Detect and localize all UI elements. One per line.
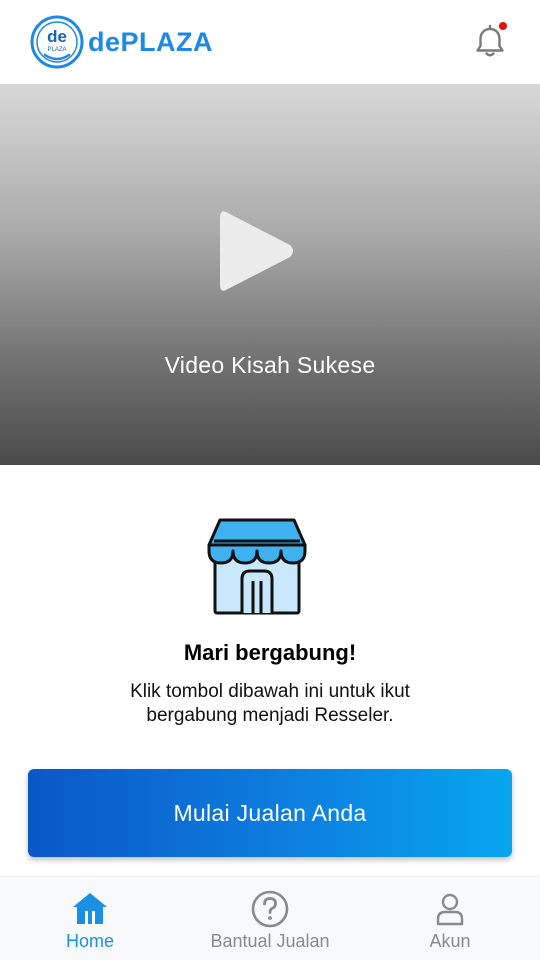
logo-text-suffix: PLAZA	[120, 26, 214, 57]
nav-label-account: Akun	[429, 931, 471, 951]
nav-item-sales-help[interactable]: Bantual Jualan	[180, 877, 360, 960]
logo-text: dePLAZA	[88, 27, 213, 58]
app-header: de PLAZA dePLAZA	[0, 0, 540, 84]
help-icon	[250, 889, 290, 929]
nav-item-account[interactable]: Akun	[360, 877, 540, 960]
user-icon	[430, 889, 470, 929]
logo-text-prefix: de	[88, 26, 121, 57]
video-player[interactable]: Video Kisah Sukese	[0, 84, 540, 465]
nav-item-home[interactable]: Home	[0, 877, 180, 960]
store-icon	[206, 517, 308, 617]
nav-label-sales-help: Bantual Jualan	[210, 931, 330, 951]
logo-mark-text: de	[47, 27, 67, 46]
app-screen: de PLAZA dePLAZA Video Kisah Sukese Mari…	[0, 0, 540, 960]
start-selling-button[interactable]: Mulai Jualan Anda	[28, 769, 512, 857]
video-title: Video Kisah Sukese	[164, 352, 376, 378]
notification-bell-button[interactable]	[470, 22, 510, 62]
nav-label-home: Home	[65, 931, 114, 951]
logo-mark-icon: de PLAZA	[30, 15, 84, 69]
logo[interactable]: de PLAZA dePLAZA	[30, 15, 213, 69]
join-title: Mari bergabung!	[183, 640, 357, 665]
notification-dot	[499, 22, 507, 30]
join-description: Klik tombol dibawah ini untuk ikut berga…	[130, 681, 410, 726]
home-icon	[70, 889, 110, 929]
play-icon[interactable]	[218, 206, 296, 296]
bottom-navigation: Home Bantual Jualan Akun	[0, 876, 540, 960]
logo-mark-subtext: PLAZA	[47, 47, 66, 53]
